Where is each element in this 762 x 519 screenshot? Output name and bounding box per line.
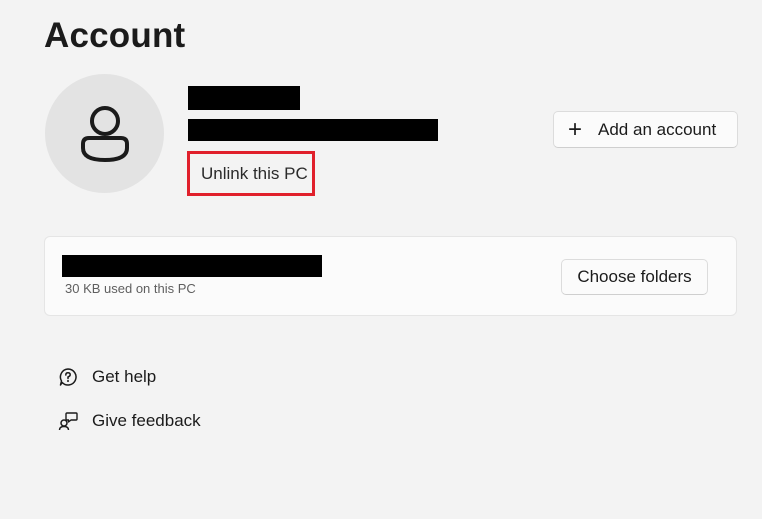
storage-usage-text: 30 KB used on this PC [65,281,196,296]
redacted-storage-title [62,255,322,277]
get-help-label: Get help [92,367,157,386]
person-icon [80,105,129,162]
add-account-label: Add an account [598,119,717,139]
unlink-pc-label: Unlink this PC [201,163,308,183]
unlink-pc-link[interactable]: Unlink this PC [187,151,315,196]
get-help-link[interactable]: Get help [58,366,156,388]
account-page: Account Unlink this PC + Add an account … [0,0,762,519]
choose-folders-label: Choose folders [577,267,692,286]
redacted-account-email [188,119,438,141]
avatar [45,74,164,193]
add-account-button[interactable]: + Add an account [553,111,738,148]
give-feedback-link[interactable]: Give feedback [58,410,201,432]
give-feedback-label: Give feedback [92,411,201,430]
page-title: Account [44,16,186,55]
feedback-icon [58,410,78,432]
help-icon [58,366,78,388]
choose-folders-button[interactable]: Choose folders [561,259,708,295]
redacted-account-name [188,86,300,110]
plus-icon: + [568,115,583,143]
